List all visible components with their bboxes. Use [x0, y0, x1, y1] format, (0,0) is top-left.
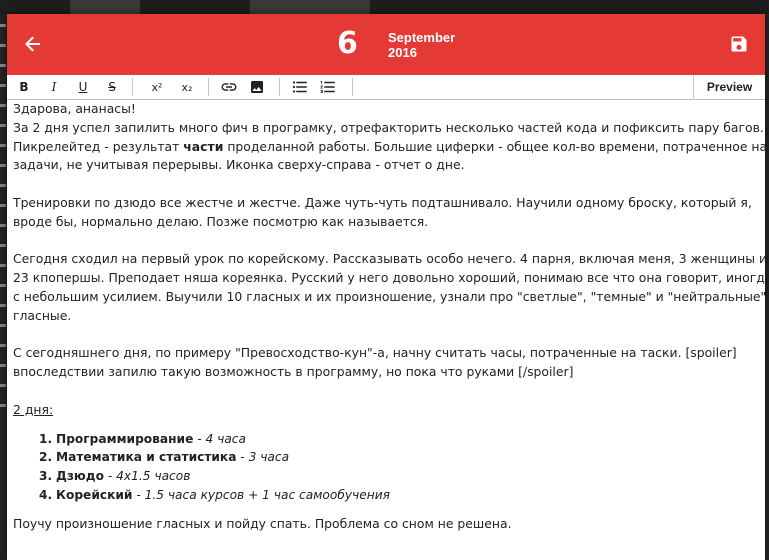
- entry-year: 2016: [388, 45, 417, 60]
- toolbar-separator: [208, 78, 209, 96]
- link-button[interactable]: [217, 75, 241, 99]
- numbered-list-button[interactable]: [316, 75, 340, 99]
- preview-tab[interactable]: Preview: [693, 75, 765, 100]
- toolbar-separator: [352, 78, 353, 96]
- paragraph-line: гласные.: [13, 307, 72, 323]
- list-item: 3. Дзюдо - 4x1.5 часов: [39, 469, 191, 484]
- background-window-strip: [0, 0, 769, 14]
- save-button[interactable]: [729, 34, 749, 54]
- italic-button[interactable]: I: [42, 75, 66, 99]
- closing-line: Поучу произношение гласных и пойду спать…: [13, 515, 512, 531]
- paragraph-line: задачи, не учитывая перерывы. Иконка све…: [13, 157, 465, 173]
- paragraph-line: вроде бы, нормально делаю. Позже посмотр…: [13, 213, 429, 229]
- subscript-button[interactable]: x₂: [175, 75, 199, 99]
- bulleted-list-icon: [292, 81, 307, 93]
- editor-toolbar: B I U S x² x₂ Preview: [7, 75, 765, 100]
- entry-day: 6: [337, 26, 358, 61]
- strikethrough-button[interactable]: S: [100, 75, 124, 99]
- list-item: 4. Корейский - 1.5 часа курсов + 1 час с…: [39, 487, 390, 502]
- save-icon: [731, 36, 747, 52]
- list-item: 1. Программирование - 4 часа: [39, 431, 246, 446]
- image-button[interactable]: [245, 75, 269, 99]
- list-item: 2. Математика и статистика - 3 часа: [39, 450, 290, 465]
- paragraph-line: Сегодня сходил на первый урок по корейск…: [13, 251, 765, 267]
- entry-month: September: [388, 30, 456, 45]
- underline-button[interactable]: U: [71, 75, 95, 99]
- toolbar-separator: [132, 78, 133, 96]
- back-button[interactable]: [21, 32, 45, 56]
- toolbar-separator: [279, 78, 280, 96]
- paragraph-line: За 2 дня успел запилить много фич в прог…: [13, 119, 764, 135]
- paragraph-line: с небольшим усилием. Выучили 10 гласных …: [13, 288, 765, 304]
- paragraph-line: С сегодняшнего дня, по примеру "Превосхо…: [13, 345, 737, 361]
- arrow-back-icon: [25, 36, 40, 52]
- paragraph-line: Тренировки по дзюдо все жестче и жестче.…: [13, 194, 752, 210]
- days-heading: 2 дня:: [13, 401, 54, 417]
- paragraph-line: впоследствии запилю такую возможность в …: [13, 364, 574, 380]
- journal-entry-dialog: 6 September 2016 B I U S x² x₂ Preview З…: [7, 14, 765, 560]
- entry-text-area[interactable]: Здарова, ананасы! За 2 дня успел запилит…: [13, 100, 765, 550]
- dialog-header: 6 September 2016: [7, 14, 765, 75]
- bulleted-list-button[interactable]: [288, 75, 312, 99]
- link-icon: [221, 83, 237, 91]
- paragraph-line: 23 кпопершы. Преподает няша кореянка. Ру…: [13, 270, 765, 286]
- bold-text: части: [183, 138, 224, 154]
- bold-button[interactable]: B: [12, 75, 36, 99]
- paragraph-line: Пикрелейтед - результат части проделанно…: [13, 138, 765, 154]
- activity-list: 1. Программирование - 4 часа 2. Математи…: [13, 430, 761, 505]
- numbered-list-icon: [320, 81, 335, 93]
- entry-greeting: Здарова, ананасы!: [13, 101, 136, 116]
- image-icon: [251, 81, 263, 93]
- superscript-button[interactable]: x²: [145, 75, 169, 99]
